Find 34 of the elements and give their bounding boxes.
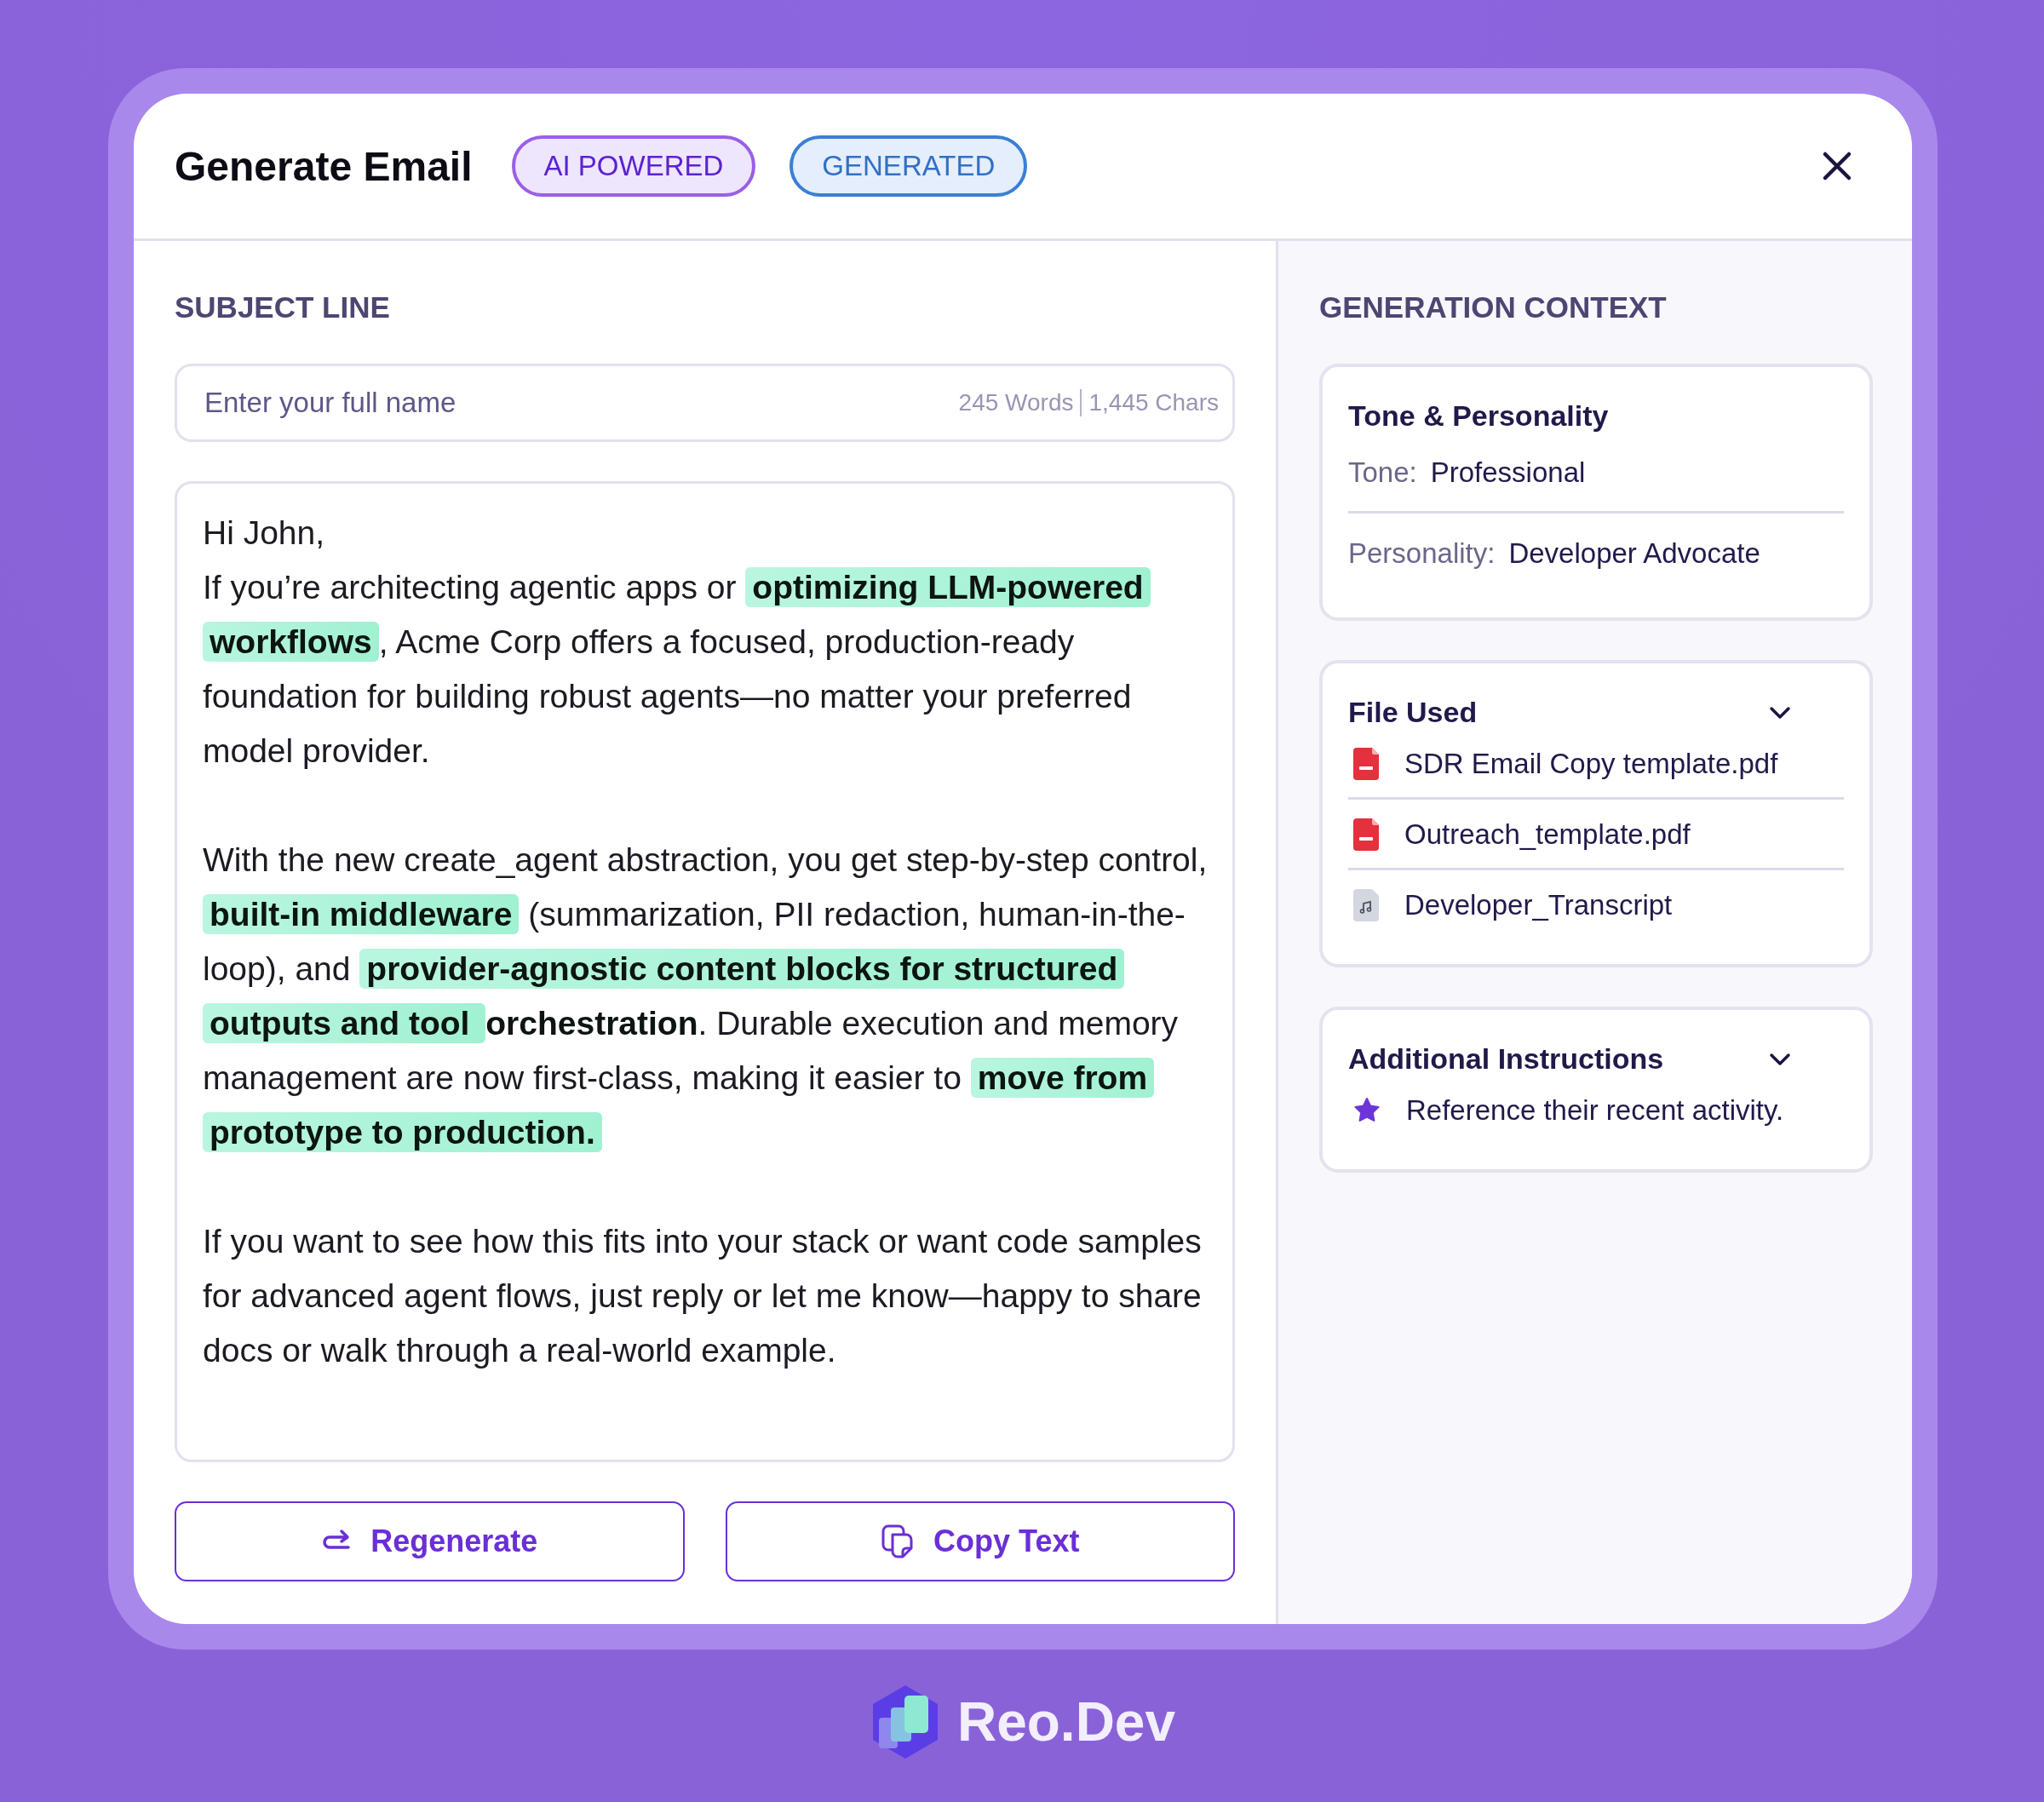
section-label: GENERATION CONTEXT [1319, 290, 1667, 324]
instruction-text: Reference their recent activity. [1406, 1094, 1784, 1127]
email-body-field[interactable] [175, 481, 1235, 1462]
chevron-icon[interactable] [1769, 1052, 1791, 1066]
pdf-file-icon [1353, 748, 1379, 780]
copy-button[interactable]: Copy Text [725, 1501, 1235, 1581]
card-title: Additional Instructions [1348, 1042, 1664, 1076]
field-label: Personality: [1348, 537, 1496, 570]
email-paragraph: Hi John, [203, 514, 326, 553]
chevron-icon[interactable] [1769, 705, 1791, 720]
field-value: Professional [1430, 456, 1586, 489]
field-label: Tone: [1348, 456, 1417, 489]
email-paragraph: With the new create_agent abstraction, you get step-by-step control, built-in middleware (summarization, PII redaction, human-in-the-loop), and provider-agnostic content blocks for structured outputs and tool orchestration. Durable execution and memory management are now first-class, making it easier to move from prototype to production. [203, 841, 1209, 1154]
audio-file-icon [1353, 889, 1379, 921]
pdf-file-icon [1353, 818, 1379, 851]
copy-icon [881, 1524, 916, 1559]
field-value: Developer Advocate [1508, 537, 1760, 570]
file-name[interactable]: Developer_Transcript [1404, 889, 1673, 921]
file-name[interactable]: Outreach_template.pdf [1404, 818, 1691, 851]
word-count: 245 Words [958, 389, 1074, 416]
subject-input[interactable]: Enter your full name [203, 386, 959, 420]
badge: AI POWERED [511, 135, 756, 197]
modal-title: Generate Email [175, 142, 473, 190]
badge: GENERATED [789, 135, 1028, 197]
card-title: Tone & Personality [1348, 399, 1609, 433]
card-title: File Used [1348, 696, 1478, 729]
email-paragraph: If you’re architecting agentic apps or optimizing LLM-powered workflows , Acme Corp offers a focused, production-ready foundation for building robust agents—no matter your preferred model provider. [203, 560, 1209, 778]
email-paragraph: If you want to see how this fits into your stack or want code samples for advanced agent flows, just reply or let me know—happy to share docs or walk through a real-world example. [203, 1222, 1203, 1370]
char-count: 1,445 Chars [1088, 389, 1219, 416]
brand-name: Reo.Dev [956, 1690, 1176, 1753]
file-name[interactable]: SDR Email Copy template.pdf [1404, 748, 1778, 780]
section-label: SUBJECT LINE [175, 290, 390, 324]
star-icon [1353, 1097, 1381, 1124]
regenerate-button[interactable]: Regenerate [175, 1501, 685, 1581]
